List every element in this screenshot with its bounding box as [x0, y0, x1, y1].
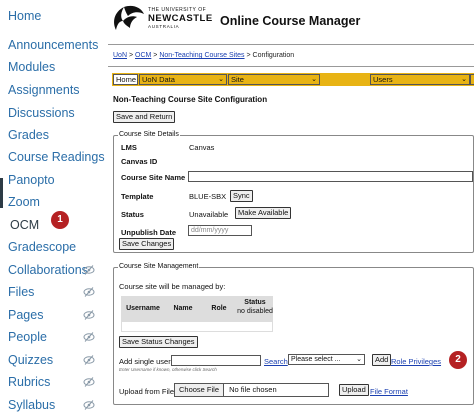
lms-label: LMS — [121, 143, 137, 152]
nav-item-rubrics[interactable]: Rubrics — [8, 373, 50, 391]
nav-item-syllabus[interactable]: Syllabus — [8, 396, 55, 414]
add-user-hint: Enter Username if known, otherwise click… — [119, 367, 217, 372]
status-value: Unavailable — [189, 210, 229, 219]
menu-users-label: Users — [373, 75, 393, 84]
breadcrumb-uon[interactable]: UoN — [113, 52, 127, 59]
managers-table-header: Username Name Role Status no disabled — [121, 296, 273, 322]
add-user-input[interactable] — [171, 355, 261, 366]
save-status-changes-button[interactable]: Save Status Changes — [119, 336, 198, 348]
page-heading: Non-Teaching Course Site Configuration — [113, 95, 268, 104]
col-status: Status — [244, 299, 266, 306]
sync-button[interactable]: Sync — [230, 190, 253, 202]
step-badge-2: 2 — [449, 351, 467, 369]
managers-table-body — [121, 322, 273, 332]
chevron-down-icon: ⌄ — [461, 76, 467, 83]
course-site-name-label: Course Site Name — [121, 173, 186, 182]
status-label: Status — [121, 210, 144, 219]
nav-item-files[interactable]: Files — [8, 283, 34, 301]
nav-item-modules[interactable]: Modules — [8, 58, 55, 76]
role-select[interactable]: Please select ... ⌄ — [288, 354, 365, 365]
nav-item-collaborations[interactable]: Collaborations — [8, 261, 88, 279]
menu-users-select[interactable]: Users ⌄ — [370, 74, 470, 85]
nav-item-announcements[interactable]: Announcements — [8, 36, 98, 54]
save-changes-button[interactable]: Save Changes — [119, 238, 175, 250]
menu-site-select[interactable]: Site ⌄ — [228, 74, 320, 85]
eye-slash-icon — [83, 332, 95, 342]
nav-item-pages[interactable]: Pages — [8, 306, 43, 324]
upload-button[interactable]: Upload — [339, 384, 369, 396]
lms-value: Canvas — [189, 143, 215, 152]
role-select-value: Please select ... — [291, 356, 341, 363]
file-picker-status: No file chosen — [229, 385, 277, 394]
details-legend: Course Site Details — [118, 131, 180, 138]
uni-name: NEWCASTLE — [148, 13, 213, 24]
canvas-id-label: Canvas ID — [121, 157, 158, 166]
search-link[interactable]: Search — [264, 357, 288, 366]
nav-item-quizzes[interactable]: Quizzes — [8, 351, 53, 369]
eye-slash-icon — [83, 287, 95, 297]
breadcrumb-ocm[interactable]: OCM — [135, 52, 151, 59]
menu-uon-data-label: UoN Data — [142, 75, 175, 84]
unpublish-date-input[interactable]: dd/mm/yyyy — [188, 225, 252, 236]
nav-item-zoom[interactable]: Zoom — [8, 193, 40, 211]
nav-item-home[interactable]: Home — [8, 7, 41, 25]
step-badge-1: 1 — [51, 211, 69, 229]
file-format-link[interactable]: File Format — [370, 387, 408, 396]
eye-slash-icon — [83, 310, 95, 320]
managed-by-text: Course site will be managed by: — [119, 282, 226, 291]
eye-slash-icon — [83, 377, 95, 387]
eye-slash-icon — [83, 400, 95, 410]
uni-country: AUSTRALIA — [148, 23, 180, 29]
active-indicator — [0, 178, 3, 208]
upload-from-file-label: Upload from File — [119, 387, 175, 396]
nav-item-assignments[interactable]: Assignments — [8, 81, 80, 99]
make-available-button[interactable]: Make Available — [235, 207, 292, 219]
choose-file-button[interactable]: Choose File — [175, 384, 225, 396]
chevron-down-icon: ⌄ — [218, 76, 224, 83]
nav-item-discussions[interactable]: Discussions — [8, 104, 75, 122]
ocm-main-panel: THE UNIVERSITY OF NEWCASTLE AUSTRALIA On… — [108, 0, 474, 416]
breadcrumb-non-teaching[interactable]: Non-Teaching Course Sites — [159, 52, 244, 59]
breadcrumb: UoN > OCM > Non-Teaching Course Sites > … — [113, 52, 294, 59]
add-single-user-label: Add single user — [119, 357, 171, 366]
university-logo — [110, 4, 146, 36]
template-value: BLUE-SBX — [189, 192, 227, 201]
role-privileges-link[interactable]: Role Privileges — [391, 357, 441, 366]
newcastle-crest-icon — [114, 5, 144, 30]
chevron-down-icon: ⌄ — [356, 356, 362, 363]
unpublish-date-label: Unpublish Date — [121, 228, 177, 237]
template-label: Template — [121, 192, 154, 201]
breadcrumb-current: Configuration — [252, 52, 295, 59]
add-user-button[interactable]: Add — [372, 354, 392, 366]
menu-uon-data-select[interactable]: UoN Data ⌄ — [139, 74, 227, 85]
nav-item-gradescope[interactable]: Gradescope — [8, 238, 76, 256]
divider — [108, 44, 474, 45]
col-name: Name — [173, 305, 193, 312]
app-title: Online Course Manager — [220, 14, 361, 28]
menu-site-label: Site — [231, 75, 244, 84]
col-role: Role — [211, 305, 227, 312]
nav-item-course-readings[interactable]: Course Readings — [8, 148, 105, 166]
menu-home-button[interactable]: Home — [113, 74, 138, 85]
save-and-return-button[interactable]: Save and Return — [113, 111, 176, 123]
col-status-sub: no disabled — [237, 308, 273, 315]
nav-item-panopto[interactable]: Panopto — [8, 171, 55, 189]
file-picker[interactable]: Choose File No file chosen — [174, 383, 329, 397]
ocm-menubar: Home UoN Data ⌄ Site ⌄ Users ⌄ — [112, 73, 474, 86]
nav-item-grades[interactable]: Grades — [8, 126, 49, 144]
divider — [108, 66, 474, 67]
course-nav: Home Announcements Modules Assignments D… — [0, 0, 108, 416]
crumb-sep: > — [244, 52, 253, 59]
crumb-sep: > — [127, 52, 135, 59]
course-site-name-input[interactable] — [188, 171, 473, 182]
chevron-down-icon: ⌄ — [311, 76, 317, 83]
col-username: Username — [126, 305, 160, 312]
eye-slash-icon — [83, 265, 95, 275]
menu-overflow-select[interactable] — [470, 74, 474, 85]
management-legend: Course Site Management — [118, 263, 200, 270]
university-name: THE UNIVERSITY OF NEWCASTLE AUSTRALIA — [148, 8, 213, 29]
nav-item-ocm[interactable]: OCM — [10, 216, 39, 234]
eye-slash-icon — [83, 355, 95, 365]
nav-item-people[interactable]: People — [8, 328, 47, 346]
